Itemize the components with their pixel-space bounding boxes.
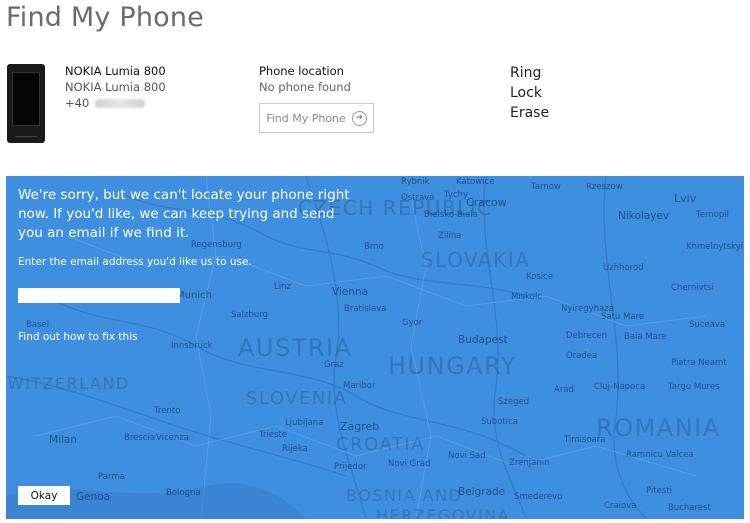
map-city: Tychy: [444, 190, 468, 200]
map-city: Ramnicu Valcea: [626, 450, 694, 460]
device-info: NOKIA Lumia 800 NOKIA Lumia 800 +40: [65, 63, 166, 111]
lock-link[interactable]: Lock: [510, 83, 549, 103]
map-city: Craiova: [604, 501, 637, 511]
email-input[interactable]: [18, 288, 180, 303]
map-city: Budapest: [458, 334, 508, 346]
location-label: Phone location: [259, 64, 344, 78]
map-city: Miskolc: [511, 292, 542, 302]
map-city: Linz: [274, 282, 291, 292]
map-city: Pitesti: [646, 486, 672, 496]
map-label-herzegovina: HERZEGOVINA: [376, 506, 511, 519]
map-label-croatia: CROATIA: [336, 434, 425, 455]
erase-link[interactable]: Erase: [510, 103, 549, 123]
arrow-right-icon: ➜: [351, 110, 367, 126]
map-city: Baia Mare: [624, 332, 667, 342]
okay-button[interactable]: Okay: [18, 486, 70, 505]
map-city: Innsbruck: [171, 341, 213, 351]
map-city: Nyiregyhaza: [561, 304, 614, 314]
map-city: Suceava: [689, 320, 726, 330]
map-city: Maribor: [343, 381, 376, 391]
map-city: Tarnow: [531, 182, 561, 192]
phone-actions: Ring Lock Erase: [510, 63, 549, 123]
map-city: Genoa: [76, 491, 111, 503]
location-status: No phone found: [259, 80, 351, 94]
map-city: Munich: [176, 290, 212, 301]
map-panel: CZECH REPUBLIC SLOVAKIA AUSTRIA HUNGARY …: [6, 176, 744, 519]
map-label-slovakia: SLOVAKIA: [421, 248, 531, 272]
map-city: Basel: [26, 320, 50, 330]
page-title: Find My Phone: [6, 2, 204, 33]
map-city: Bologna: [166, 488, 201, 498]
map-city: Parma: [98, 472, 125, 482]
map-city: Ternopil: [696, 210, 730, 220]
phone-screen: [12, 72, 40, 126]
map-label-hungary: HUNGARY: [388, 352, 517, 380]
map-city: Cluj-Napoca: [594, 382, 646, 392]
map-label-switzerland: SWITZERLAND: [6, 374, 130, 393]
map-city: Timisoara: [564, 435, 606, 445]
redacted-number: [95, 98, 146, 108]
map-city: Debrecen: [566, 331, 607, 341]
map-city: Novi Grad: [388, 459, 431, 469]
map-city: Subotica: [481, 417, 518, 427]
device-number-prefix: +40: [65, 96, 90, 110]
email-prompt: Enter the email address you'd like us to…: [18, 256, 252, 268]
map-city: Trento: [154, 406, 181, 416]
map-city: Salzburg: [231, 310, 268, 320]
map-city: Vienna: [332, 286, 369, 298]
map-city: Rijeka: [282, 444, 308, 454]
map-city: Belgrade: [458, 486, 506, 498]
device-number: +40: [65, 95, 166, 111]
map-city: Ostrava: [401, 193, 435, 203]
map-city: Oradea: [566, 351, 598, 361]
ring-link[interactable]: Ring: [510, 63, 549, 83]
map-label-romania: ROMANIA: [596, 414, 721, 442]
map-city: Bucharest: [668, 503, 711, 513]
phone-buttons: [15, 136, 37, 138]
find-my-phone-button[interactable]: Find My Phone ➜: [259, 103, 374, 133]
map-city: Novi Sad: [448, 451, 486, 461]
map-city: Arad: [554, 385, 574, 395]
map-label-bosnia: BOSNIA AND: [346, 486, 463, 505]
map-label-austria: AUSTRIA: [238, 334, 353, 362]
map-city: Vicenza: [156, 433, 189, 443]
map-city: Graz: [324, 360, 344, 370]
map-city: Zrenjanin: [509, 458, 550, 468]
map-city: Chernivtsi: [671, 283, 714, 293]
map-city: Szeged: [498, 397, 530, 407]
map-city: Khmelnytskyi: [686, 242, 744, 252]
map-city: Zagreb: [340, 420, 380, 433]
error-message: We're sorry, but we can't locate your ph…: [18, 187, 350, 241]
map-city: Rzeszow: [586, 182, 623, 192]
map-city: Trieste: [259, 430, 288, 440]
map-city: Lviv: [674, 192, 697, 205]
map-city: Brescia: [124, 433, 156, 443]
map-city: Prijedor: [334, 462, 367, 472]
device-model: NOKIA Lumia 800: [65, 80, 166, 94]
location-block: Phone location No phone found: [259, 63, 351, 95]
map-city: Bielsko-Biala: [424, 210, 478, 220]
map-label-slovenia: SLOVENIA: [246, 388, 348, 409]
device-name: NOKIA Lumia 800: [65, 64, 166, 78]
map-city: Ljubljana: [285, 418, 324, 428]
phone-image: [7, 64, 45, 143]
find-my-phone-label: Find My Phone: [266, 111, 346, 125]
map-city: Milan: [49, 434, 77, 446]
map-city: Kosice: [526, 272, 554, 282]
map-city: Piatra Neamt: [671, 358, 727, 368]
map-city: Cracow: [466, 196, 507, 209]
map-city: Nikolayev: [618, 210, 670, 222]
map-city: Smederevo: [514, 492, 563, 502]
map-city: Zilina: [438, 231, 462, 241]
map-city: Brno: [364, 242, 384, 252]
map-city: Gyor: [402, 318, 423, 328]
map-city: Uzhhorod: [603, 263, 644, 273]
map-city: Katowice: [456, 177, 495, 187]
map-city: Targu Mures: [668, 382, 720, 392]
fix-link[interactable]: Find out how to fix this: [18, 331, 138, 343]
map-city: Bratislava: [344, 304, 387, 314]
map-city: Rybnik: [401, 177, 430, 187]
